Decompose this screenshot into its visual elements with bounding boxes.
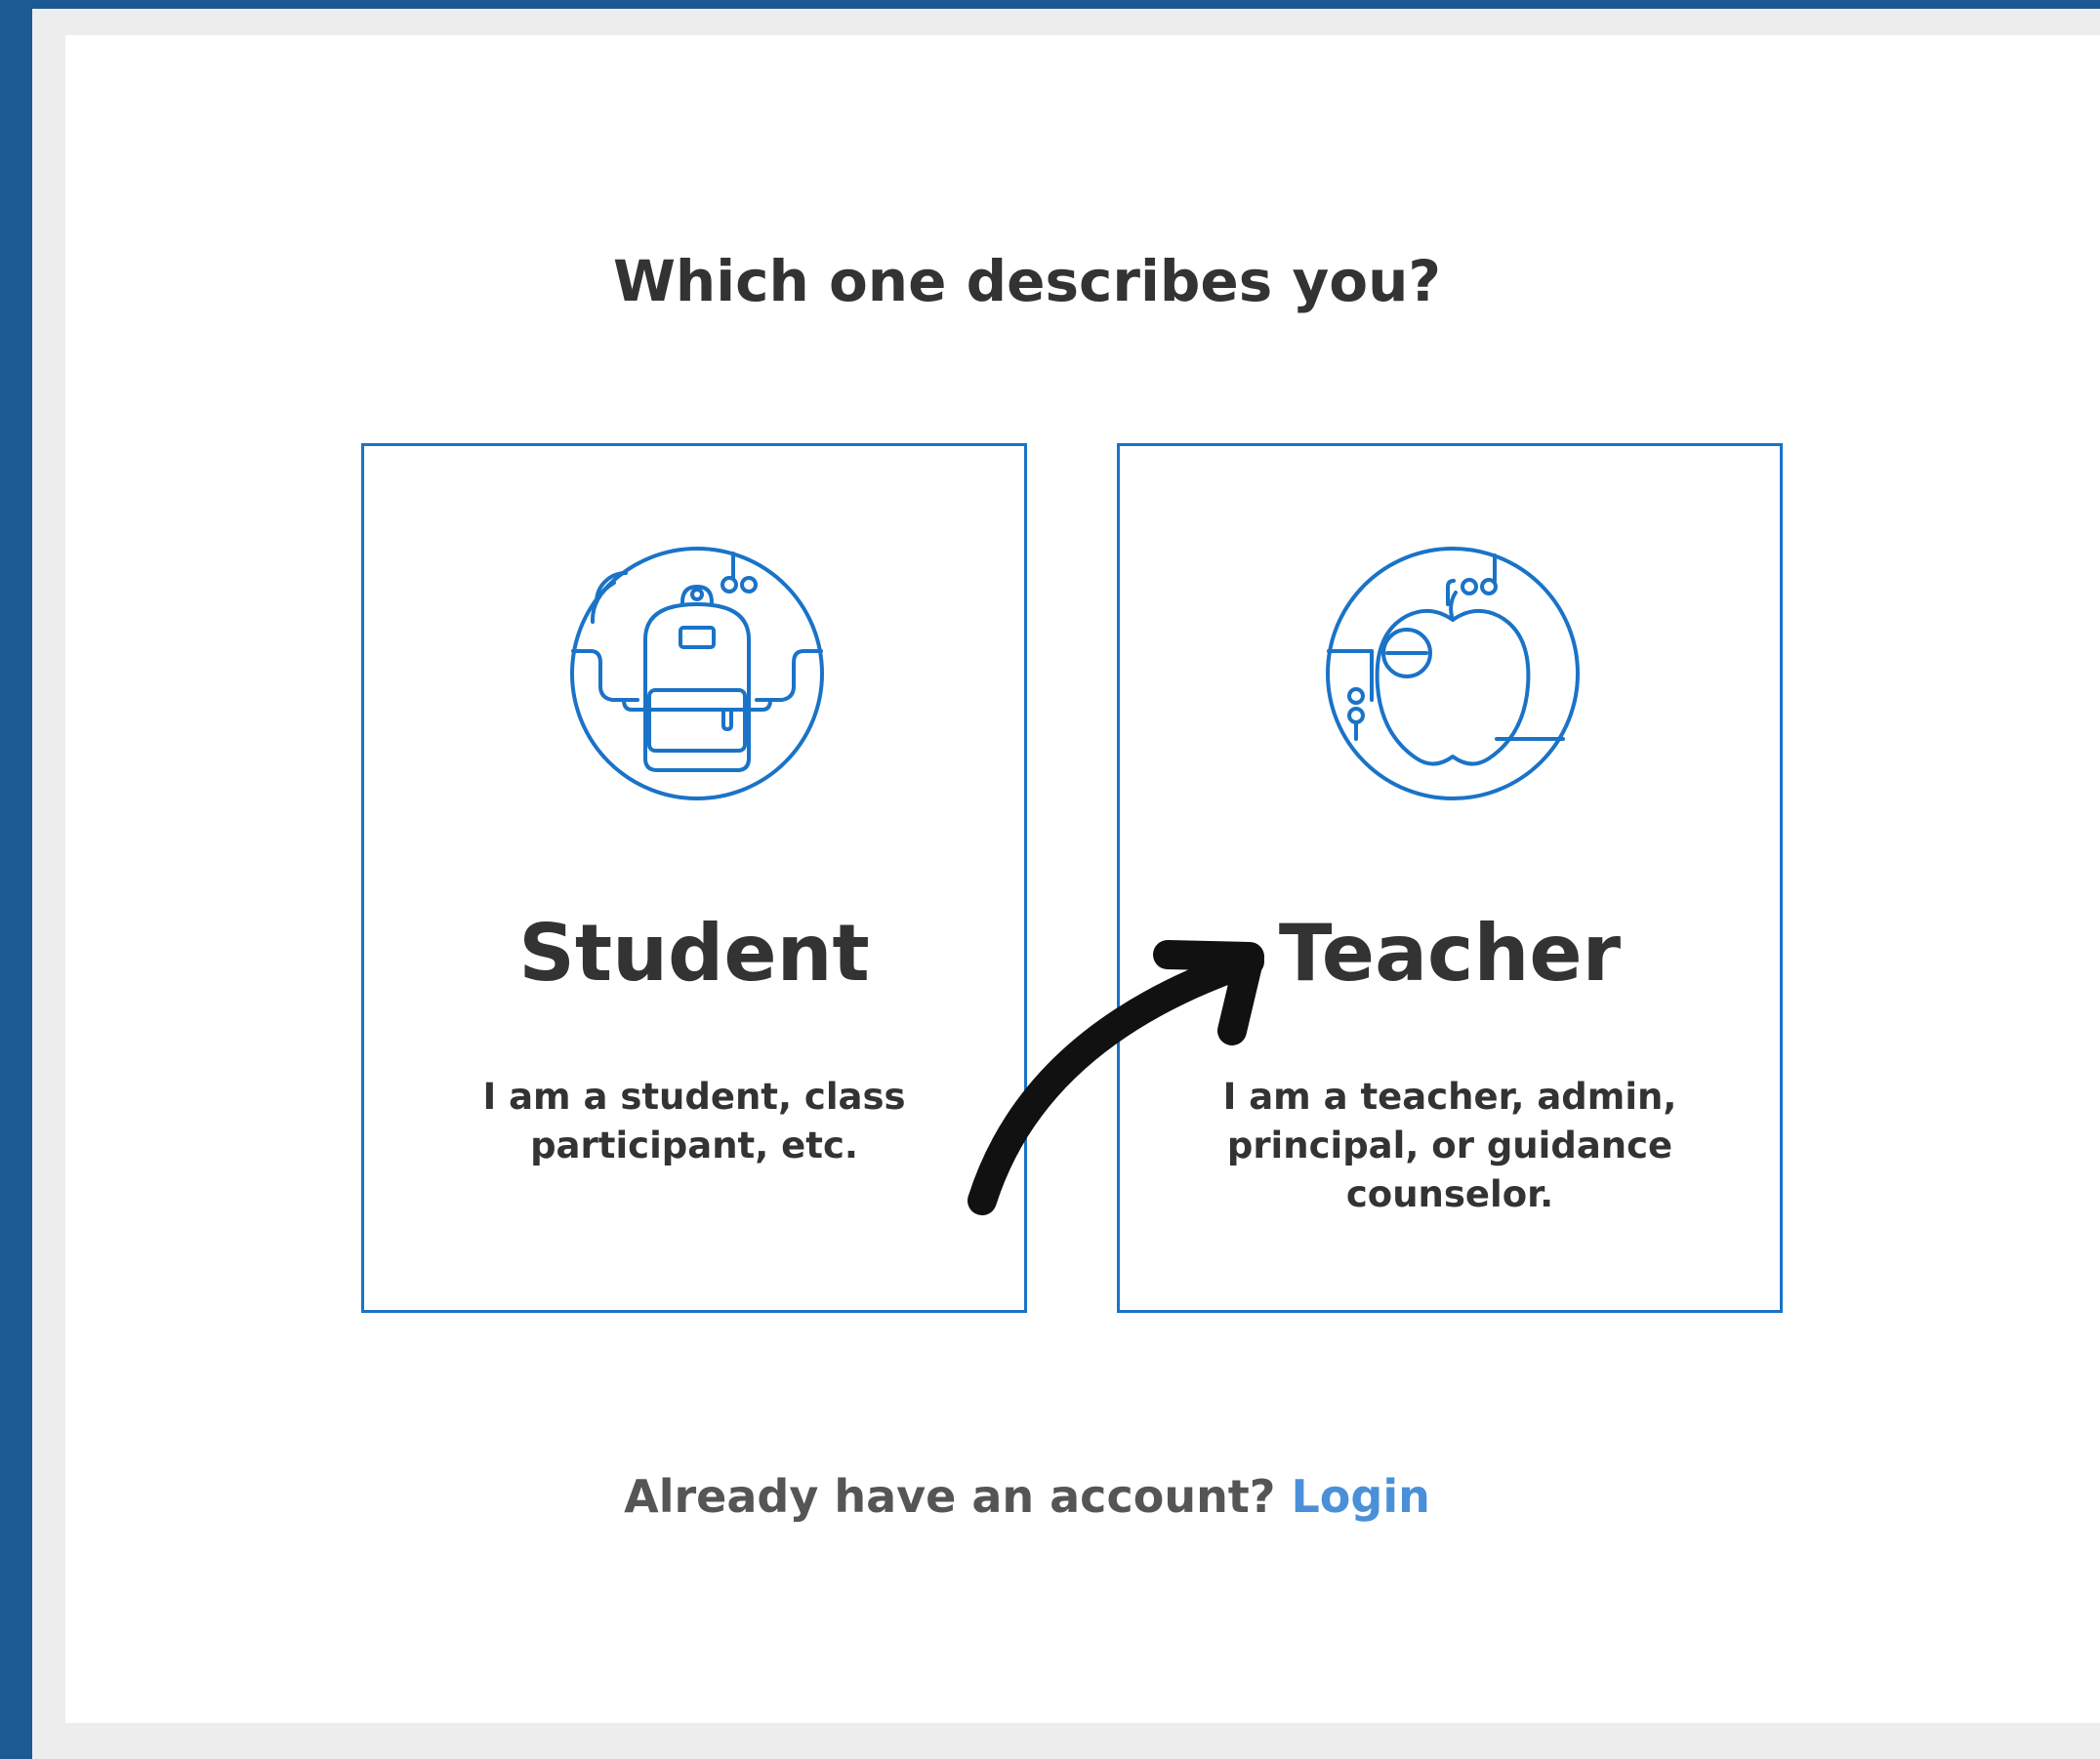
login-link[interactable]: Login [1292, 1470, 1430, 1523]
teacher-title: Teacher [1278, 908, 1622, 999]
window-frame-top [0, 0, 2100, 9]
page-title: Which one describes you? [612, 248, 1442, 314]
teacher-description: I am a teacher, admin, principal, or gui… [1222, 1076, 1677, 1215]
teacher-card[interactable]: Teacher I am a teacher, admin, principal… [1117, 443, 1783, 1313]
student-title: Student [518, 908, 870, 999]
student-description: I am a student, class participant, etc. [482, 1076, 906, 1166]
login-prompt-text: Already have an account? [624, 1470, 1276, 1523]
student-card[interactable]: Student I am a student, class participan… [361, 443, 1027, 1313]
apple-icon [1326, 547, 1580, 800]
role-selection-panel: Which one describes you? Student I am a … [65, 35, 2100, 1723]
login-prompt: Already have an account? Login [65, 1465, 1989, 1528]
window-frame-left [0, 0, 32, 1759]
backpack-icon [570, 547, 824, 800]
